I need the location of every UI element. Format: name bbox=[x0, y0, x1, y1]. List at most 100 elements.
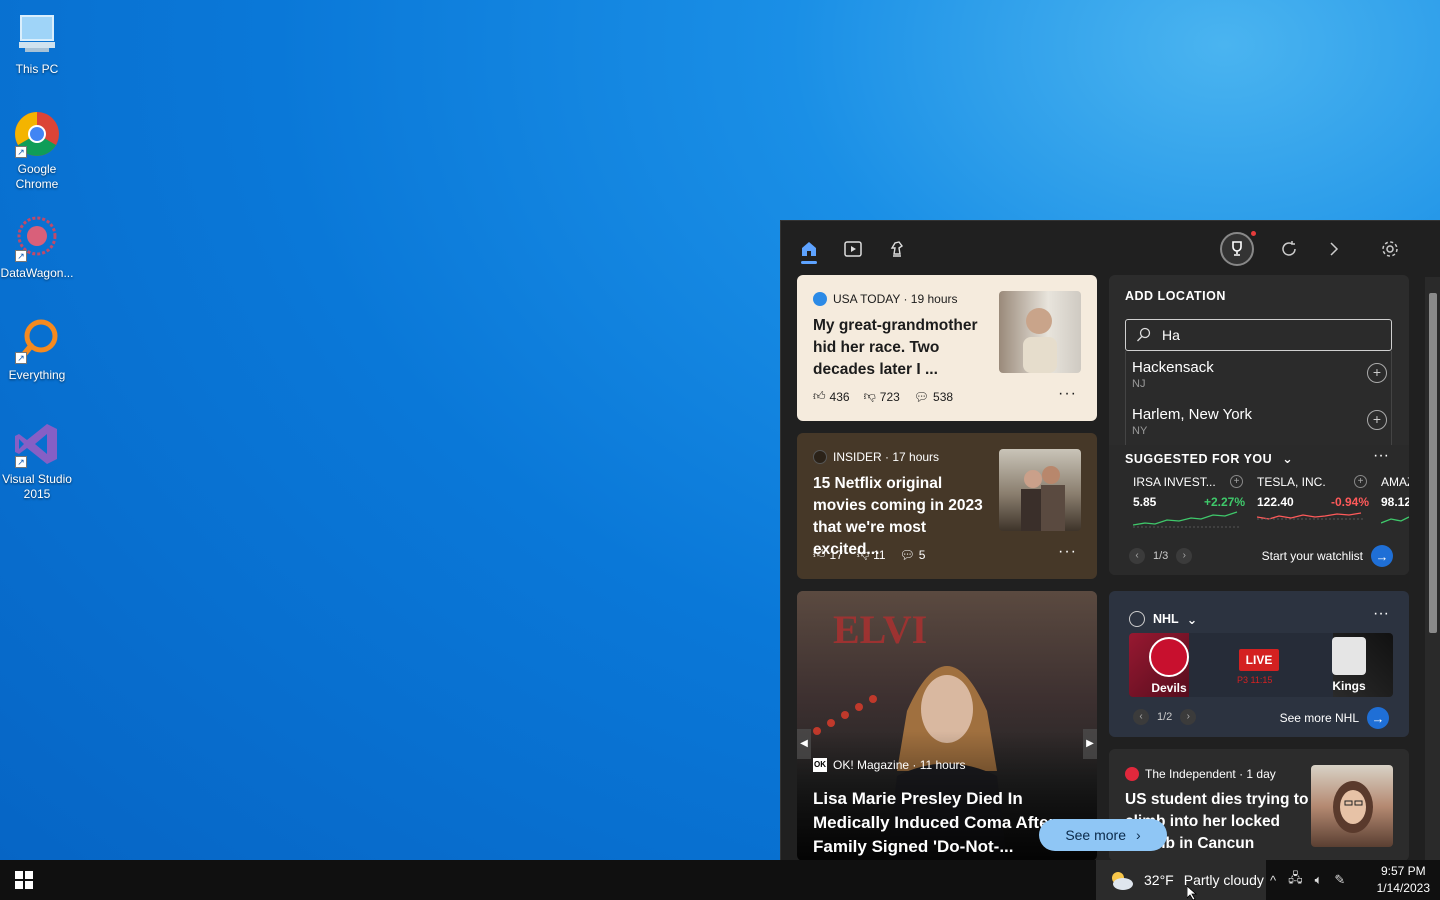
taskbar-weather-button[interactable]: 32°F Partly cloudy bbox=[1096, 860, 1266, 900]
more-options-button[interactable]: ··· bbox=[1058, 543, 1077, 561]
pager-prev-button[interactable]: ‹ bbox=[1129, 548, 1145, 564]
partly-cloudy-icon bbox=[1112, 872, 1133, 890]
news-stats: 👍︎ 17 👎︎ 11 💬︎ 5 bbox=[813, 547, 925, 562]
stock-tile[interactable]: IRSA INVEST... + 5.85 +2.27% bbox=[1132, 475, 1245, 535]
search-icon bbox=[1137, 327, 1151, 342]
news-card[interactable]: INSIDER · 17 hours 15 Netflix original m… bbox=[797, 433, 1097, 579]
comments-button[interactable]: 💬︎ 5 bbox=[900, 548, 926, 562]
stock-tile[interactable]: AMAZ 98.12 bbox=[1381, 475, 1409, 535]
nhl-heading[interactable]: NHL ⌄ bbox=[1129, 611, 1197, 627]
location-suggestions: Hackensack NJ + Harlem, New York NY + bbox=[1125, 351, 1392, 447]
taskbar-clock[interactable]: 9:57 PM 1/14/2023 bbox=[1377, 863, 1430, 897]
dislike-count: 723 bbox=[879, 389, 900, 404]
desktop-icon-label: Everything bbox=[8, 368, 66, 382]
suggestion-name: Harlem, New York bbox=[1132, 406, 1253, 423]
start-button[interactable] bbox=[0, 860, 48, 900]
cta-text: See more NHL bbox=[1279, 711, 1359, 725]
carousel-prev-button[interactable]: ◀ bbox=[797, 729, 811, 759]
location-suggestion[interactable]: Hackensack NJ + bbox=[1126, 351, 1391, 398]
pager-prev-button[interactable]: ‹ bbox=[1133, 709, 1149, 725]
pager-next-button[interactable]: › bbox=[1176, 548, 1193, 564]
page-indicator: 1/3 bbox=[1153, 550, 1169, 562]
dislike-button[interactable]: 👎︎ 723 bbox=[864, 389, 900, 404]
desktop-icon-label: DataWagon... bbox=[0, 266, 74, 280]
clock-time: 9:57 PM bbox=[1380, 864, 1426, 878]
see-more-nhl-link[interactable]: See more NHL → bbox=[1280, 707, 1389, 729]
widgets-panel: USA TODAY · 19 hours My great-grandmothe… bbox=[780, 220, 1440, 860]
desktop-icon-label: This PC bbox=[15, 62, 59, 76]
desktop-icon-label: Visual Studio 2015 bbox=[2, 472, 72, 501]
stock-tile[interactable]: TESLA, INC. + 122.40 -0.94% bbox=[1256, 475, 1369, 535]
ok-magazine-logo-icon: OK bbox=[813, 758, 827, 772]
see-more-button[interactable]: See more › bbox=[1039, 819, 1167, 851]
suggestion-name: Hackensack bbox=[1132, 359, 1214, 376]
add-location-icon[interactable]: + bbox=[1367, 410, 1387, 430]
comment-icon: 💬︎ bbox=[899, 547, 915, 562]
taskbar-temperature: 32°F bbox=[1144, 872, 1174, 888]
add-stock-icon[interactable]: + bbox=[1230, 475, 1243, 488]
pager-next-button[interactable]: › bbox=[1180, 709, 1197, 725]
comment-icon: 💬︎ bbox=[913, 389, 930, 404]
desktop-icon-this-pc[interactable]: This PC bbox=[0, 10, 74, 77]
desktop-icon-chrome[interactable]: ↗ Google Chrome bbox=[0, 110, 74, 192]
stock-change: -0.94% bbox=[1330, 495, 1369, 509]
stock-sparkline bbox=[1132, 511, 1241, 528]
suggested-heading-text: SUGGESTED FOR YOU bbox=[1125, 451, 1273, 466]
network-icon[interactable]: 🖧︎ bbox=[1288, 869, 1303, 891]
news-title[interactable]: My great-grandmother hid her race. Two d… bbox=[813, 315, 989, 381]
usa-today-logo-icon bbox=[813, 292, 827, 306]
refresh-button[interactable] bbox=[1273, 233, 1305, 265]
like-count: 17 bbox=[829, 547, 843, 562]
add-location-icon[interactable]: + bbox=[1367, 363, 1387, 383]
stock-sparkline bbox=[1381, 516, 1409, 524]
panel-scrollbar[interactable] bbox=[1425, 277, 1440, 860]
desktop-icon-datawagon[interactable]: ↗ DataWagon... bbox=[0, 214, 74, 281]
computer-icon bbox=[13, 10, 61, 58]
thumbs-down-icon: 👎︎ bbox=[863, 389, 876, 403]
carousel-next-button[interactable]: ▶ bbox=[1083, 729, 1097, 759]
news-thumbnail bbox=[999, 449, 1081, 531]
system-tray: ^ 🖧︎ 🔈︎ ✎ bbox=[1270, 860, 1345, 900]
volume-icon[interactable]: 🔈︎ bbox=[1315, 872, 1323, 888]
nhl-game-tile[interactable]: Devils LIVE P3 11:15 Kings bbox=[1129, 633, 1393, 697]
rewards-button[interactable] bbox=[1220, 231, 1256, 266]
add-stock-icon[interactable]: + bbox=[1354, 475, 1367, 488]
stock-name: AMAZ bbox=[1381, 475, 1409, 489]
gear-icon bbox=[1382, 241, 1398, 257]
desktop-icon-label: Google Chrome bbox=[15, 162, 59, 191]
dislike-button[interactable]: 👎︎ 11 bbox=[857, 547, 886, 562]
game-period: P3 11:15 bbox=[1237, 675, 1273, 685]
expand-button[interactable] bbox=[1318, 233, 1350, 265]
settings-button[interactable] bbox=[1374, 233, 1406, 265]
thumbs-up-icon: 👍︎ bbox=[813, 389, 826, 403]
home-team: Devils bbox=[1129, 633, 1209, 697]
more-options-button[interactable]: ··· bbox=[1373, 447, 1389, 465]
scrollbar-thumb[interactable] bbox=[1429, 293, 1437, 633]
tab-games[interactable] bbox=[881, 233, 913, 265]
see-more-label: See more bbox=[1065, 827, 1127, 843]
chevron-right-icon: › bbox=[1136, 827, 1141, 843]
svg-text:ELVI: ELVI bbox=[833, 607, 927, 652]
team-name: Kings bbox=[1332, 679, 1366, 693]
start-watchlist-link[interactable]: Start your watchlist → bbox=[1262, 545, 1393, 567]
more-options-button[interactable]: ··· bbox=[1373, 605, 1389, 623]
news-thumbnail bbox=[999, 291, 1081, 373]
location-search-box[interactable] bbox=[1125, 319, 1392, 351]
news-source-text: USA TODAY · 19 hours bbox=[833, 292, 958, 306]
chevron-right-icon bbox=[1330, 242, 1339, 256]
like-button[interactable]: 👍︎ 436 bbox=[813, 389, 850, 404]
comments-button[interactable]: 💬︎ 538 bbox=[914, 390, 953, 404]
pen-icon[interactable]: ✎ bbox=[1334, 872, 1345, 888]
desktop-icon-everything[interactable]: ↗ Everything bbox=[0, 316, 74, 383]
tab-video[interactable] bbox=[837, 233, 869, 265]
location-search-input[interactable] bbox=[1162, 327, 1362, 343]
more-options-button[interactable]: ··· bbox=[1058, 385, 1077, 403]
desktop-icon-visual-studio[interactable]: ↗ Visual Studio 2015 bbox=[0, 420, 74, 502]
location-suggestion[interactable]: Harlem, New York NY + bbox=[1126, 398, 1391, 445]
chrome-icon: ↗ bbox=[13, 110, 61, 158]
chevron-up-icon[interactable]: ^ bbox=[1270, 873, 1276, 888]
suggested-heading[interactable]: SUGGESTED FOR YOU ⌄ bbox=[1125, 451, 1293, 467]
nhl-logo-icon bbox=[1129, 611, 1145, 627]
news-card[interactable]: USA TODAY · 19 hours My great-grandmothe… bbox=[797, 275, 1097, 421]
like-button[interactable]: 👍︎ 17 bbox=[813, 547, 843, 562]
